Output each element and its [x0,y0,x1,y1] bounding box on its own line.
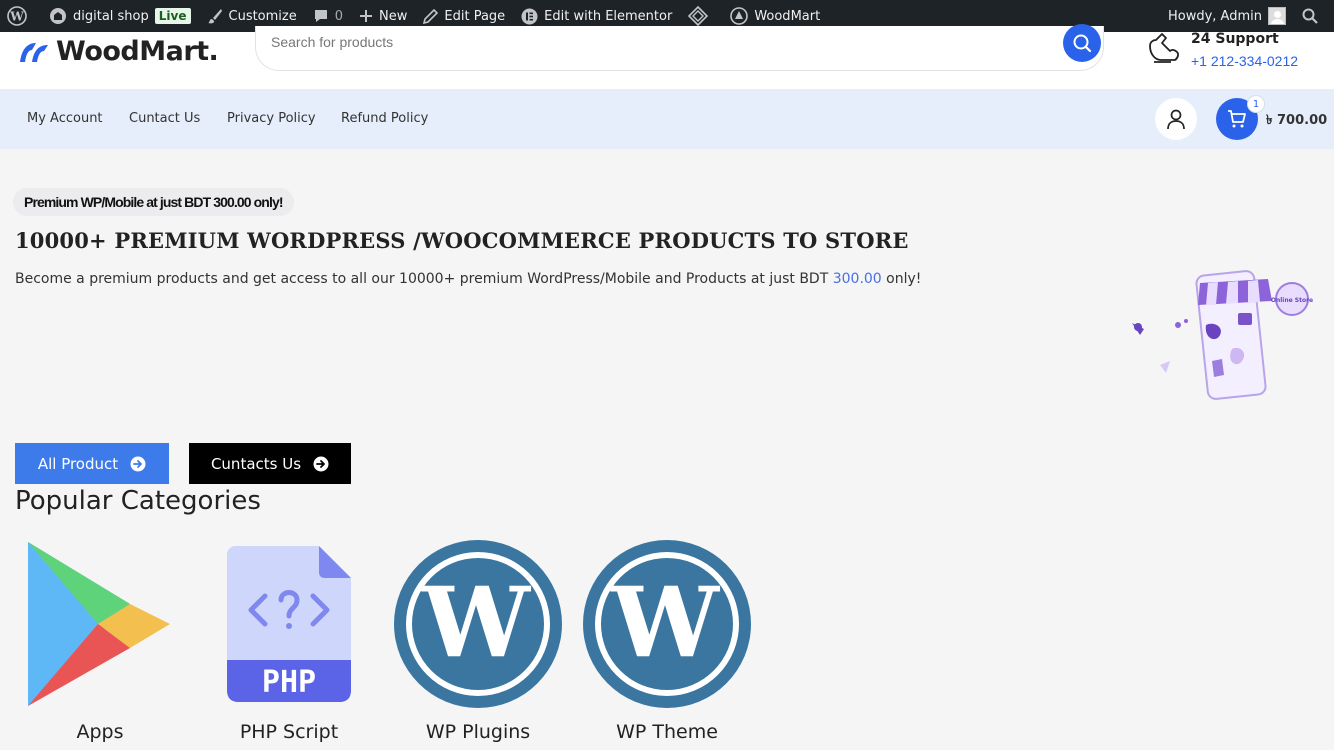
category-label: Apps [76,721,124,743]
woodmart-icon [730,7,749,25]
search-button[interactable] [1063,24,1101,62]
site-name: digital shop [73,8,149,24]
live-badge: Live [154,8,191,24]
comment-icon [314,10,327,22]
nav-refund-policy[interactable]: Refund Policy [341,111,428,126]
online-store-label: Online Store [1271,297,1313,304]
elementor-icon [521,8,538,24]
php-file-icon: PHP [227,546,351,702]
admin-search[interactable] [1294,0,1334,32]
woodmart-label: WoodMart [754,8,821,24]
brush-icon [207,9,222,24]
howdy-label: Howdy, Admin [1167,8,1262,24]
support-info: 24 Support +1 212-334-0212 [1145,28,1298,72]
nav-privacy-policy[interactable]: Privacy Policy [227,111,316,126]
cart-count-badge: 1 [1247,95,1265,113]
home-icon [50,8,66,24]
category-wp-theme[interactable]: W WP Theme [577,538,757,750]
all-product-button[interactable]: All Product [15,443,169,484]
category-apps[interactable]: Apps [10,538,190,750]
user-icon [1167,109,1185,130]
avatar [1268,7,1286,25]
cart-icon [1228,110,1246,128]
phone-support-icon [1149,33,1179,63]
wordpress-logo-icon: W [7,6,27,26]
wordpress-icon: W [583,540,751,708]
site-logo[interactable]: WoodMart. [18,36,219,67]
account-button[interactable] [1155,98,1197,140]
support-phone[interactable]: +1 212-334-0212 [1191,50,1298,72]
search-icon [1073,34,1092,53]
comments-count: 0 [334,8,344,24]
support-title: 24 Support [1191,31,1279,47]
diamond-icon [688,6,709,26]
site-header: WoodMart. 24 Support +1 212-334-0212 [0,24,1334,89]
all-product-label: All Product [37,454,119,473]
category-wp-plugins[interactable]: W WP Plugins [388,538,568,750]
contact-us-button[interactable]: Cuntacts Us [189,443,351,484]
arrow-right-circle-icon [313,456,329,471]
new-label: New [379,8,408,24]
svg-text:W: W [9,10,24,24]
promo-badge: Premium WP/Mobile at just BDT 300.00 onl… [13,188,294,216]
category-php-script[interactable]: PHP PHP Script [199,538,379,750]
nav-my-account[interactable]: My Account [27,111,103,126]
arrow-right-circle-icon [130,456,146,471]
customize-label: Customize [228,8,297,24]
search-input[interactable] [271,28,1051,56]
hero-text-start: Become a premium products and get access… [15,271,833,287]
hero-text: Become a premium products and get access… [15,271,921,287]
category-label: WP Theme [616,721,718,743]
edit-elementor-label: Edit with Elementor [544,8,673,24]
search-bar [255,24,1104,71]
edit-page-label: Edit Page [444,8,506,24]
hero-price: 300.00 [832,271,882,287]
contact-us-label: Cuntacts Us [210,454,302,473]
hero-title: 10000+ PREMIUM WORDPRESS /WOOCOMMERCE PR… [15,228,909,253]
cart-total[interactable]: ৳ 700.00 [1266,111,1327,132]
nav-bar: My Account Cuntact Us Privacy Policy Ref… [0,89,1334,149]
category-label: PHP Script [239,721,339,743]
online-store-illustration: Online Store [1132,270,1313,400]
woodmart-logo-icon [20,42,48,62]
category-label: WP Plugins [425,721,531,743]
site-name-menu[interactable]: digital shop Live [41,0,199,32]
svg-text:PHP: PHP [262,665,316,700]
wp-logo-menu[interactable]: W [0,0,41,32]
wordpress-icon: W [394,540,562,708]
pencil-icon [423,8,439,24]
search-icon [1302,8,1318,24]
google-play-icon [28,542,170,706]
plus-icon [360,10,373,22]
nav-contact-us[interactable]: Cuntact Us [129,111,200,126]
popular-categories-heading: Popular Categories [15,486,261,516]
logo-text: WoodMart. [56,36,219,67]
svg-text:W: W [610,566,720,679]
svg-text:W: W [421,566,531,679]
hero-text-end: only! [881,271,922,287]
